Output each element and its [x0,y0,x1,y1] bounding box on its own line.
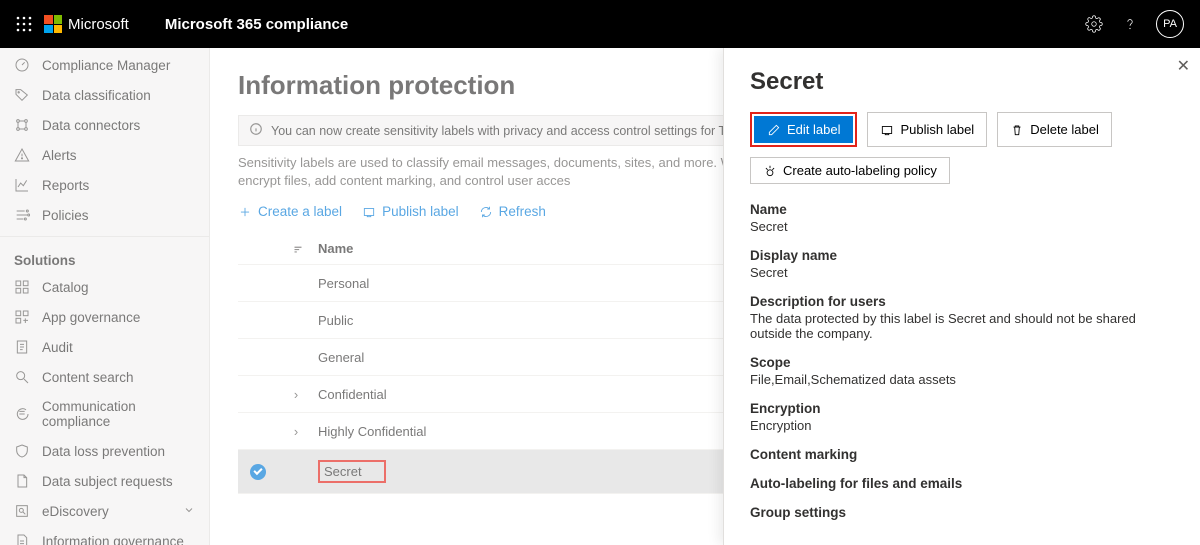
nav-compliance-manager[interactable]: Compliance Manager [0,50,209,80]
btn-label: Delete label [1030,122,1099,137]
nav-app-governance[interactable]: App governance [0,302,209,332]
prop-value-description: The data protected by this label is Secr… [750,311,1174,341]
top-bar: Microsoft Microsoft 365 compliance PA [0,0,1200,48]
alert-icon [14,147,30,163]
btn-label: Publish label [900,122,974,137]
nav-label: Data classification [42,88,151,103]
nav-label: Data subject requests [42,474,173,489]
prop-label-group-settings: Group settings [750,505,1174,520]
highlighted-label-name: Secret [318,460,386,483]
left-nav: Compliance Manager Data classification D… [0,48,210,545]
prop-label-encryption: Encryption [750,401,1174,416]
app-title: Microsoft 365 compliance [165,16,348,33]
nav-label: eDiscovery [42,504,109,519]
close-icon[interactable]: ✕ [1177,56,1190,76]
nav-label: Policies [42,208,89,223]
chart-icon [14,177,30,193]
nav-data-loss-prevention[interactable]: Data loss prevention [0,436,209,466]
nav-ediscovery[interactable]: eDiscovery [0,496,209,526]
prop-label-autolabeling: Auto-labeling for files and emails [750,476,1174,491]
prop-value-name: Secret [750,219,1174,234]
microsoft-logo-text: Microsoft [68,16,129,33]
help-icon[interactable] [1112,6,1148,42]
nav-catalog[interactable]: Catalog [0,272,209,302]
chat-icon [14,406,30,422]
edit-label-button[interactable]: Edit label [754,116,853,143]
cmd-refresh[interactable]: Refresh [479,204,546,219]
nav-content-search[interactable]: Content search [0,362,209,392]
nav-label: Compliance Manager [42,58,170,73]
prop-value-encryption: Encryption [750,418,1174,433]
detail-title: Secret [750,68,1174,96]
settings-icon[interactable] [1076,6,1112,42]
nav-label: App governance [42,310,140,325]
prop-label-scope: Scope [750,355,1174,370]
prop-label-content-marking: Content marking [750,447,1174,462]
policies-icon [14,207,30,223]
document-icon [14,473,30,489]
connectors-icon [14,117,30,133]
shield-icon [14,443,30,459]
nav-label: Information governance [42,534,184,545]
cmd-label: Publish label [382,204,459,219]
prop-label-description: Description for users [750,294,1174,309]
nav-label: Communication compliance [42,399,195,429]
nav-label: Audit [42,340,73,355]
nav-section-solutions: Solutions [0,243,209,272]
nav-audit[interactable]: Audit [0,332,209,362]
create-autolabel-policy-button[interactable]: Create auto-labeling policy [750,157,950,184]
microsoft-logo-icon [44,15,62,33]
nav-information-governance[interactable]: Information governance [0,526,209,545]
nav-data-connectors[interactable]: Data connectors [0,110,209,140]
nav-policies[interactable]: Policies [0,200,209,230]
label-detail-pane: ✕ Secret Edit label Publish label Delete… [723,48,1200,545]
cmd-create-label[interactable]: Create a label [238,204,342,219]
detail-actions: Edit label Publish label Delete label Cr… [750,112,1174,184]
prop-value-scope: File,Email,Schematized data assets [750,372,1174,387]
user-avatar[interactable]: PA [1156,10,1184,38]
nav-reports[interactable]: Reports [0,170,209,200]
chevron-right-icon[interactable]: › [288,424,304,439]
row-selected-icon[interactable] [250,464,266,480]
gauge-icon [14,57,30,73]
nav-label: Content search [42,370,134,385]
tag-icon [14,87,30,103]
avatar-initials: PA [1163,18,1177,30]
grid-icon [14,279,30,295]
nav-label: Reports [42,178,89,193]
nav-data-subject-requests[interactable]: Data subject requests [0,466,209,496]
search-icon [14,369,30,385]
chevron-down-icon [183,504,195,519]
cmd-publish-label[interactable]: Publish label [362,204,459,219]
nav-label: Data connectors [42,118,140,133]
apps-icon [14,309,30,325]
ediscovery-icon [14,503,30,519]
btn-label: Create auto-labeling policy [783,163,937,178]
cmd-label: Create a label [258,204,342,219]
governance-icon [14,533,30,545]
prop-label-display-name: Display name [750,248,1174,263]
microsoft-logo: Microsoft [44,15,129,33]
prop-value-display-name: Secret [750,265,1174,280]
sort-icon[interactable] [278,242,318,256]
prop-label-name: Name [750,202,1174,217]
nav-communication-compliance[interactable]: Communication compliance [0,392,209,436]
chevron-right-icon[interactable]: › [288,387,304,402]
app-launcher-icon[interactable] [8,8,40,40]
publish-label-button[interactable]: Publish label [867,112,987,147]
nav-alerts[interactable]: Alerts [0,140,209,170]
cmd-label: Refresh [499,204,546,219]
edit-button-highlight: Edit label [750,112,857,147]
nav-label: Data loss prevention [42,444,165,459]
info-icon [249,122,263,139]
nav-label: Alerts [42,148,77,163]
btn-label: Edit label [787,122,840,137]
audit-icon [14,339,30,355]
nav-data-classification[interactable]: Data classification [0,80,209,110]
delete-label-button[interactable]: Delete label [997,112,1112,147]
nav-label: Catalog [42,280,89,295]
